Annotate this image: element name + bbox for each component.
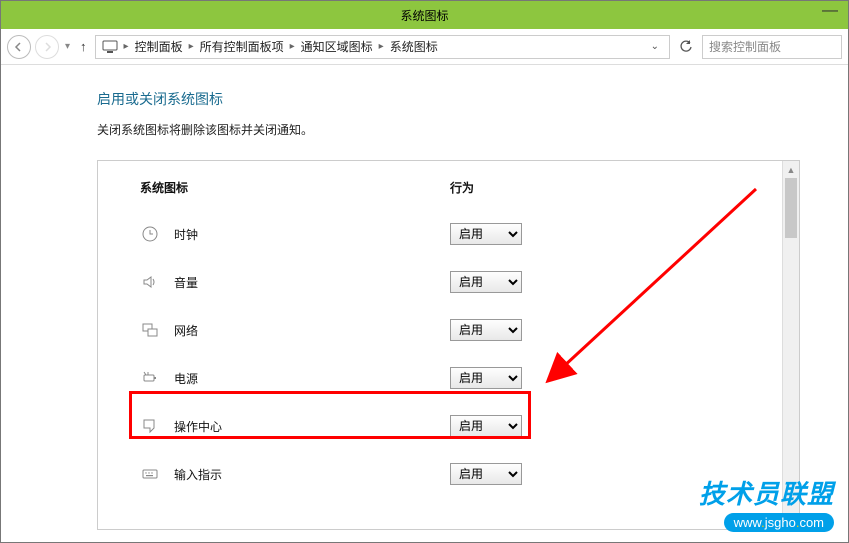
scroll-thumb[interactable] xyxy=(785,178,797,238)
row-label: 输入指示 xyxy=(174,466,222,483)
column-header-icon: 系统图标 xyxy=(140,179,450,196)
network-icon xyxy=(140,320,160,340)
breadcrumb-separator: ▸ xyxy=(185,41,198,52)
content-area: 启用或关闭系统图标 关闭系统图标将删除该图标并关闭通知。 系统图标 行为 时钟 … xyxy=(1,65,848,542)
behavior-select[interactable]: 启用 xyxy=(450,223,522,245)
row-label: 电源 xyxy=(174,370,198,387)
refresh-button[interactable] xyxy=(674,35,698,59)
scrollbar[interactable]: ▲ ▼ xyxy=(782,161,799,529)
back-arrow-icon xyxy=(13,41,25,53)
volume-icon xyxy=(140,272,160,292)
power-icon xyxy=(140,368,160,388)
search-input[interactable]: 搜索控制面板 xyxy=(702,35,842,59)
minimize-button[interactable]: — xyxy=(822,3,838,19)
row-label: 网络 xyxy=(174,322,198,339)
breadcrumb-item[interactable]: 所有控制面板项 xyxy=(200,38,284,55)
page-heading: 启用或关闭系统图标 xyxy=(97,89,800,109)
search-placeholder: 搜索控制面板 xyxy=(709,38,781,55)
window-frame: 系统图标 — ▾ ↑ ▸ 控制面板 ▸ 所有控制面板项 ▸ 通知区域图标 ▸ 系… xyxy=(0,0,849,543)
table-row: 电源 启用 xyxy=(140,354,769,402)
refresh-icon xyxy=(679,40,693,54)
monitor-icon xyxy=(102,40,118,54)
row-label: 音量 xyxy=(174,274,198,291)
behavior-select[interactable]: 启用 xyxy=(450,271,522,293)
history-dropdown[interactable]: ▾ xyxy=(63,41,72,52)
keyboard-icon xyxy=(140,464,160,484)
table-header-row: 系统图标 行为 xyxy=(140,179,769,196)
breadcrumb-item[interactable]: 通知区域图标 xyxy=(301,38,373,55)
page-subtext: 关闭系统图标将删除该图标并关闭通知。 xyxy=(97,121,800,138)
back-button[interactable] xyxy=(7,35,31,59)
scroll-up-button[interactable]: ▲ xyxy=(783,161,799,178)
navigation-bar: ▾ ↑ ▸ 控制面板 ▸ 所有控制面板项 ▸ 通知区域图标 ▸ 系统图标 ⌄ 搜… xyxy=(1,29,848,65)
table-row: 输入指示 启用 xyxy=(140,450,769,498)
column-header-behavior: 行为 xyxy=(450,179,600,196)
forward-button[interactable] xyxy=(35,35,59,59)
up-button[interactable]: ↑ xyxy=(76,39,91,54)
address-dropdown[interactable]: ⌄ xyxy=(647,41,663,52)
behavior-select[interactable]: 启用 xyxy=(450,367,522,389)
breadcrumb-separator: ▸ xyxy=(375,41,388,52)
row-label: 操作中心 xyxy=(174,418,222,435)
settings-panel: 系统图标 行为 时钟 启用 音量 启用 网络 xyxy=(97,160,800,530)
clock-icon xyxy=(140,224,160,244)
row-label: 时钟 xyxy=(174,226,198,243)
table-row: 网络 启用 xyxy=(140,306,769,354)
breadcrumb-item[interactable]: 控制面板 xyxy=(135,38,183,55)
forward-arrow-icon xyxy=(41,41,53,53)
behavior-select[interactable]: 启用 xyxy=(450,319,522,341)
scroll-down-button[interactable]: ▼ xyxy=(783,512,799,529)
window-title: 系统图标 xyxy=(1,7,848,24)
action-center-icon xyxy=(140,416,160,436)
breadcrumb-separator: ▸ xyxy=(286,41,299,52)
table-row: 音量 启用 xyxy=(140,258,769,306)
address-bar[interactable]: ▸ 控制面板 ▸ 所有控制面板项 ▸ 通知区域图标 ▸ 系统图标 ⌄ xyxy=(95,35,670,59)
table-row: 时钟 启用 xyxy=(140,210,769,258)
table-row: 操作中心 启用 xyxy=(140,402,769,450)
breadcrumb-separator: ▸ xyxy=(120,41,133,52)
breadcrumb-item[interactable]: 系统图标 xyxy=(390,38,438,55)
behavior-select[interactable]: 启用 xyxy=(450,415,522,437)
behavior-select[interactable]: 启用 xyxy=(450,463,522,485)
titlebar: 系统图标 — xyxy=(1,1,848,29)
